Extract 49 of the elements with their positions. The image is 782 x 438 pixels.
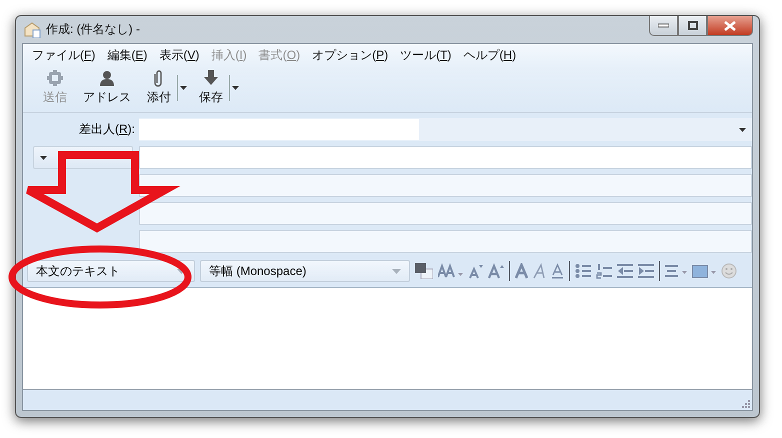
underline-icon[interactable] bbox=[551, 263, 564, 279]
larger-text-icon[interactable] bbox=[488, 263, 504, 279]
toolbar-button[interactable]: アドレス bbox=[77, 69, 137, 106]
toolbar-button[interactable]: 添付 bbox=[141, 69, 177, 106]
recipient-field[interactable] bbox=[139, 202, 752, 225]
color-swatch-icon[interactable] bbox=[415, 263, 433, 279]
smaller-text-icon[interactable] bbox=[469, 263, 483, 279]
message-body[interactable] bbox=[23, 288, 752, 390]
image-icon[interactable] bbox=[692, 263, 716, 279]
minimize-button[interactable] bbox=[649, 16, 678, 36]
maximize-button[interactable] bbox=[678, 16, 707, 36]
indent-icon[interactable] bbox=[638, 263, 654, 279]
caret-icon bbox=[180, 86, 187, 90]
gear-icon bbox=[46, 69, 64, 87]
menu-item[interactable]: ファイル(F) bbox=[27, 46, 100, 65]
outdent-icon[interactable] bbox=[617, 263, 633, 279]
close-icon bbox=[724, 20, 736, 30]
smiley-icon[interactable] bbox=[721, 263, 737, 279]
person-icon bbox=[98, 69, 116, 87]
menu-item[interactable]: ヘルプ(H) bbox=[458, 46, 522, 65]
recipient-field[interactable] bbox=[139, 174, 752, 197]
menu-item[interactable]: オプション(P) bbox=[307, 46, 394, 65]
numbered-list-icon[interactable] bbox=[596, 263, 612, 279]
caret-icon bbox=[40, 156, 47, 160]
dropdown-button[interactable] bbox=[229, 74, 241, 100]
paragraph-style-dropdown[interactable]: 本文のテキスト bbox=[27, 260, 195, 282]
menu-item[interactable]: 編集(E) bbox=[102, 46, 152, 65]
maximize-icon bbox=[688, 21, 698, 30]
window-title: 作成: (件名なし) - bbox=[46, 21, 140, 38]
bold-icon[interactable] bbox=[515, 263, 528, 279]
font-dropdown[interactable]: 等幅 (Monospace) bbox=[200, 260, 410, 282]
recipient-field[interactable] bbox=[139, 146, 752, 169]
font-size-icon[interactable] bbox=[438, 263, 464, 279]
bullet-list-icon[interactable] bbox=[575, 263, 591, 279]
caret-icon bbox=[232, 86, 239, 90]
align-icon[interactable] bbox=[665, 263, 687, 279]
minimize-icon bbox=[658, 23, 669, 28]
menu-item[interactable]: ツール(T) bbox=[395, 46, 456, 65]
caret-icon bbox=[392, 268, 401, 274]
dropdown-button[interactable] bbox=[177, 74, 189, 100]
resize-grip-icon[interactable] bbox=[740, 398, 750, 408]
menu-item[interactable]: 表示(V) bbox=[154, 46, 204, 65]
from-label: 差出人(R): bbox=[78, 121, 136, 138]
toolbar-button[interactable]: 保存 bbox=[193, 69, 229, 106]
italic-icon[interactable] bbox=[533, 263, 546, 279]
caret-icon bbox=[739, 128, 746, 132]
down-arrow-icon bbox=[203, 69, 219, 87]
subject-field[interactable] bbox=[139, 230, 752, 253]
close-button[interactable] bbox=[707, 16, 753, 36]
